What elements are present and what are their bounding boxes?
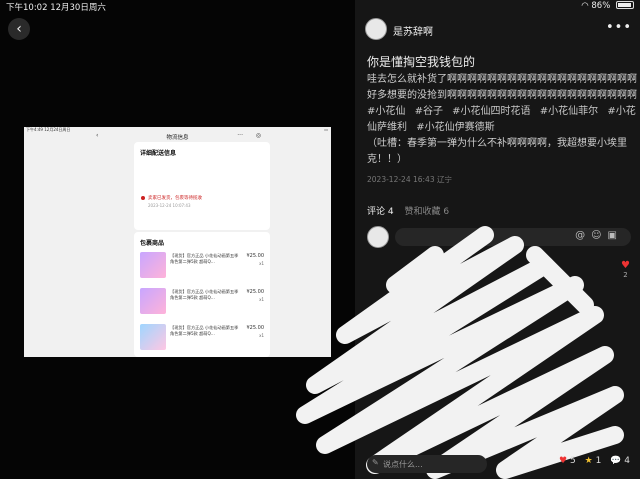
list-item: 【现货】官方正品 小花仙动画第五季 角色第二弹5款 超萌Q... ¥25.00 … bbox=[140, 252, 266, 284]
delivery-warning-time: 2023-12-24 10:07:43 bbox=[148, 203, 191, 208]
like-icon[interactable]: ♥ bbox=[559, 456, 567, 466]
star-icon[interactable]: ★ bbox=[585, 456, 593, 466]
delivery-line bbox=[140, 176, 270, 181]
image-viewer: 下午10:02 12月30日周六 ‹ 下午4:49 12月24日周日 ▭ ‹ 物… bbox=[0, 0, 355, 479]
back-button[interactable]: ‹ bbox=[8, 18, 30, 40]
comment-input-icons: @☺▣ bbox=[575, 230, 623, 241]
comment-icon[interactable]: 💬 bbox=[610, 456, 621, 466]
author-name[interactable]: 是苏辞啊 bbox=[393, 23, 433, 38]
wifi-icon: ◠ bbox=[581, 1, 589, 11]
comment-input[interactable]: @☺▣ bbox=[395, 228, 631, 246]
item-name: 【现货】官方正品 小花仙动画第五季 角色第二弹5款 超萌Q... bbox=[170, 289, 239, 300]
item-qty: x1 bbox=[259, 261, 264, 266]
comment-like[interactable]: ♥ 2 bbox=[621, 260, 630, 279]
author-avatar[interactable] bbox=[365, 18, 387, 40]
hashtag[interactable]: #小花仙伊赛德斯 bbox=[416, 122, 494, 133]
item-price: ¥25.00 bbox=[246, 325, 265, 331]
battery-icon bbox=[616, 1, 634, 9]
at-icon[interactable]: @ bbox=[575, 230, 591, 241]
item-name: 【现货】官方正品 小花仙动画第五季 角色第二弹5款 超萌Q... bbox=[170, 253, 239, 264]
delivery-line bbox=[140, 160, 270, 165]
tab-likes[interactable]: 赞和收藏 6 bbox=[404, 207, 449, 217]
post-meta: 2023-12-24 16:43 辽宁 bbox=[367, 175, 452, 184]
item-qty: x1 bbox=[259, 333, 264, 338]
status-time: 下午10:02 12月30日周六 bbox=[6, 3, 106, 13]
list-item: 【现货】官方正品 小花仙动画第五季 角色第二弹5款 超萌Q... ¥25.00 … bbox=[140, 324, 266, 356]
items-card: 包裹商品 【现货】官方正品 小花仙动画第五季 角色第二弹5款 超萌Q... ¥2… bbox=[134, 232, 270, 357]
delivery-line bbox=[140, 184, 270, 189]
user-avatar bbox=[367, 226, 389, 248]
heart-icon: ♥ bbox=[621, 260, 630, 271]
chevron-left-icon: ‹ bbox=[16, 21, 22, 37]
hashtag[interactable]: #小花仙四时花语 bbox=[452, 106, 530, 117]
like-count: 5 bbox=[570, 456, 576, 466]
item-thumbnail bbox=[140, 324, 166, 350]
delivery-warning: 卖家已发货，包裹等待揽收 bbox=[141, 195, 270, 201]
post-note: （吐槽：春季第一弹为什么不补啊啊啊啊，我超想要小埃里克！！） bbox=[367, 138, 627, 165]
post-body: 哇去怎么就补货了啊啊啊啊啊啊啊啊啊啊啊啊啊啊啊啊啊啊啊好多想要的没抢到啊啊啊啊啊… bbox=[367, 72, 637, 168]
item-name: 【现货】官方正品 小花仙动画第五季 角色第二弹5款 超萌Q... bbox=[170, 325, 239, 336]
list-item: 【现货】官方正品 小花仙动画第五季 角色第二弹5款 超萌Q... ¥25.00 … bbox=[140, 288, 266, 320]
delivery-heading: 详细配送信息 bbox=[140, 150, 177, 157]
post-title: 你是懂掏空我钱包的 bbox=[367, 55, 476, 69]
delivery-card: 详细配送信息 卖家已发货，包裹等待揽收 2023-12-24 10:07:43 bbox=[134, 142, 270, 230]
star-count: 1 bbox=[595, 456, 602, 466]
post-image[interactable]: 下午4:49 12月24日周日 ▭ ‹ 物流信息 ··· ◎ 详细配送信息 卖家… bbox=[24, 127, 331, 357]
item-price: ¥25.00 bbox=[246, 253, 265, 259]
say-something-input[interactable]: 说点什么... bbox=[367, 455, 487, 473]
hashtag[interactable]: #谷子 bbox=[415, 106, 443, 117]
comment-like-count: 2 bbox=[623, 271, 628, 279]
item-thumbnail bbox=[140, 252, 166, 278]
battery-percent: 86% bbox=[591, 1, 611, 11]
comment-tabs: 评论 4 赞和收藏 6 bbox=[367, 204, 449, 217]
item-thumbnail bbox=[140, 288, 166, 314]
emoji-icon[interactable]: ☺ bbox=[591, 230, 607, 241]
shot-more-icon: ··· bbox=[237, 132, 243, 139]
bottom-bar: 说点什么... ♥ 5 ★ 1 💬 4 bbox=[355, 452, 640, 479]
image-icon[interactable]: ▣ bbox=[608, 230, 623, 241]
items-heading: 包裹商品 bbox=[140, 240, 165, 247]
item-price: ¥25.00 bbox=[246, 289, 265, 295]
tab-comments[interactable]: 评论 4 bbox=[367, 207, 394, 217]
post-stats: ♥ 5 ★ 1 💬 4 bbox=[559, 456, 630, 466]
status-icons: ◠ 86% bbox=[581, 1, 634, 11]
post-panel: ◠ 86% 是苏辞啊 ••• 你是懂掏空我钱包的 哇去怎么就补货了啊啊啊啊啊啊啊… bbox=[355, 0, 640, 479]
hashtag[interactable]: #小花仙 bbox=[367, 106, 405, 117]
post-text: 哇去怎么就补货了啊啊啊啊啊啊啊啊啊啊啊啊啊啊啊啊啊啊啊好多想要的没抢到啊啊啊啊啊… bbox=[367, 74, 637, 101]
comment-count: 4 bbox=[624, 456, 630, 466]
item-qty: x1 bbox=[259, 297, 264, 302]
shot-title: 物流信息 bbox=[166, 135, 189, 141]
more-menu-icon[interactable]: ••• bbox=[606, 20, 632, 35]
hashtag[interactable]: #小花仙菲尔 bbox=[540, 106, 598, 117]
shot-close-icon: ◎ bbox=[255, 132, 261, 139]
delivery-line bbox=[140, 168, 270, 173]
